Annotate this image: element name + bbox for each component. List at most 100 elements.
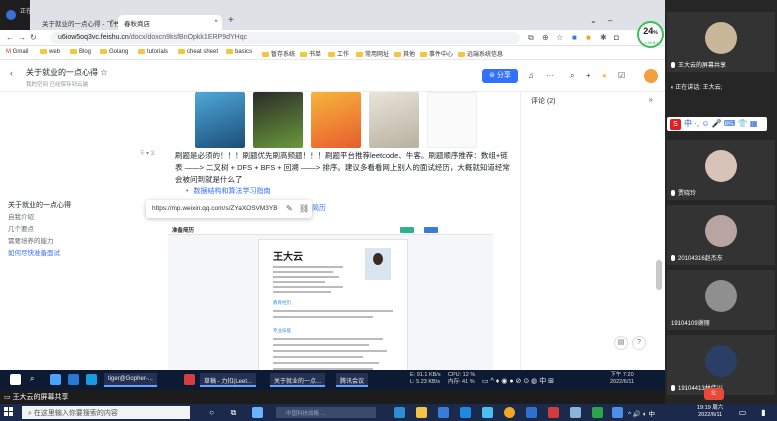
resume-toolbar-button[interactable] — [424, 227, 438, 233]
mail-icon[interactable] — [438, 407, 449, 418]
share-icon[interactable]: ⧉ — [528, 33, 534, 43]
wechat-icon[interactable] — [592, 407, 603, 418]
link-popup-url[interactable]: https://mp.weixin.qq.com/s/ZYaXOSVM3YB — [152, 205, 278, 212]
tab-doc[interactable]: 关于就业的一点心得 - 飞书文档 × — [36, 15, 132, 30]
forward-icon[interactable]: → — [18, 33, 26, 42]
share-button[interactable]: ⊜ 分享 — [482, 69, 518, 83]
outline-item[interactable]: 几个要点 — [8, 224, 128, 236]
search-icon[interactable]: ⌕ — [30, 374, 41, 385]
minimize-icon[interactable]: – — [608, 16, 612, 25]
bookmark-item[interactable]: web — [40, 49, 60, 55]
search-icon[interactable]: ⌕ — [570, 71, 574, 81]
bookmark-item[interactable]: 书单 — [300, 49, 321, 58]
tray-icons[interactable]: ▭ ^ ♦ ◉ ● ⊘ ⊙ ◍ 中 ⊞ — [478, 373, 558, 387]
edit-icon[interactable]: ✎ — [286, 204, 293, 213]
collapse-icon[interactable]: » — [649, 95, 653, 104]
outline-toggle-icon[interactable]: ▤ — [614, 336, 628, 350]
bookmark-item[interactable]: Golang — [100, 49, 128, 55]
avatar[interactable] — [644, 69, 658, 83]
back-icon[interactable]: ‹ — [10, 68, 13, 78]
app-icon[interactable] — [570, 407, 581, 418]
participant-tile[interactable]: 20104316赵杰东 — [667, 205, 775, 265]
bookmark-item[interactable]: 事件中心 — [420, 49, 453, 58]
outline-item-active[interactable]: 如何尽快准备面试 — [8, 248, 128, 260]
ime-toolbar[interactable]: S中 ·, ☺ 🎤 ⌨ 👕 ▦ — [667, 117, 767, 131]
unlink-icon[interactable]: ⛓ — [299, 204, 309, 213]
bookmark-item[interactable]: 常用网址 — [356, 49, 389, 58]
outline-item[interactable]: 需要培养的能力 — [8, 236, 128, 248]
show-desktop-icon[interactable]: ▮ — [758, 407, 769, 418]
taskbar-window[interactable]: 关于就业的一点... — [270, 373, 326, 387]
bookmark-item[interactable]: 其他 — [394, 49, 415, 58]
taskbar-window[interactable]: 草稿 - 力扣(Leet... — [200, 373, 257, 387]
resume-toolbar-button[interactable] — [400, 227, 414, 233]
checkbox-icon[interactable]: ☑ — [618, 71, 625, 80]
bookmark-item[interactable]: 暂存系统 — [262, 49, 295, 58]
app-icon[interactable] — [50, 374, 61, 385]
back-icon[interactable]: ← — [6, 33, 14, 42]
app-icon[interactable] — [482, 407, 493, 418]
new-tab-icon[interactable]: + — [228, 15, 234, 26]
bell-icon[interactable]: ♫ — [528, 71, 534, 80]
taskbar-clock[interactable]: 19:19 周六 2022/6/11 — [697, 405, 723, 419]
list-marker[interactable]: ⠿ ▾ 3. — [140, 150, 156, 157]
notification-icon[interactable]: ▭ — [737, 407, 748, 418]
bookmark-item[interactable]: 工作 — [328, 49, 349, 58]
close-icon[interactable]: × — [214, 18, 218, 25]
app-icon[interactable] — [612, 407, 623, 418]
app-icon[interactable] — [184, 374, 195, 385]
participant-tile[interactable]: 19104109谢丽 — [667, 270, 775, 330]
close-icon[interactable]: × — [110, 18, 114, 25]
extension-icon[interactable]: ■ — [572, 33, 577, 42]
extension-icon[interactable]: ■ — [586, 33, 591, 42]
taskbar-search-input[interactable]: ⌕ 在这里输入你要搜索的内容 — [22, 406, 190, 419]
add-icon[interactable]: + — [586, 71, 591, 80]
url-input[interactable]: u6iow5oq3vc.feishu.cn/docx/doxcn9ksfBnOp… — [50, 32, 520, 44]
reload-icon[interactable]: ↻ — [30, 33, 37, 42]
bookmark-item[interactable]: cheat sheet — [178, 49, 218, 55]
participant-tile[interactable]: 贾晓玲 — [667, 140, 775, 200]
resume-link[interactable]: 简历 — [312, 203, 326, 213]
app-badge[interactable]: S: — [704, 388, 724, 400]
outline-heading[interactable]: 关于就业的一点心得 — [8, 200, 128, 212]
cpu-usage-badge[interactable]: 24% ↓4.5KB/s — [637, 21, 664, 48]
windows-start-icon[interactable] — [4, 407, 14, 417]
bookmark-item[interactable]: M Gmail — [6, 49, 28, 55]
taskbar-window[interactable]: 腾讯会议 — [336, 373, 369, 387]
windows-start-icon[interactable] — [10, 374, 21, 385]
doc-title[interactable]: 关于就业的一点心得 ☆ — [26, 67, 107, 78]
news-search-box[interactable]: 中国科技战略 … — [276, 407, 376, 418]
algorithm-guide-link[interactable]: 数据结构和算法学习指南 — [186, 186, 270, 196]
tab-active[interactable]: 春秋商店 × — [118, 15, 222, 30]
puzzle-icon[interactable]: ✱ — [600, 33, 607, 42]
taskbar-window[interactable]: tiger@Gopher-... — [104, 373, 157, 387]
bookmark-item[interactable]: basics — [226, 49, 252, 55]
meeting-app-icon[interactable] — [526, 407, 537, 418]
bookmark-item[interactable]: tutorials — [138, 49, 168, 55]
scrollbar[interactable] — [656, 260, 662, 290]
chrome-icon[interactable] — [504, 407, 515, 418]
profile-icon[interactable]: ◘ — [614, 33, 619, 42]
tab-active-label: 春秋商店 — [124, 21, 150, 28]
bookmark-item[interactable]: 远端系统信息 — [458, 49, 503, 58]
star-icon[interactable]: ☆ — [556, 33, 563, 42]
app-icon[interactable] — [460, 407, 471, 418]
edge-icon[interactable] — [394, 407, 405, 418]
help-icon[interactable]: ? — [632, 336, 646, 350]
chevron-down-icon[interactable]: ⌄ — [590, 16, 597, 25]
more-icon[interactable]: ··· — [546, 71, 554, 80]
lightbulb-icon[interactable]: ● — [602, 71, 607, 80]
cortana-icon[interactable]: ○ — [206, 407, 217, 418]
participant-tile[interactable]: 王大云的屏幕共享 — [667, 12, 775, 72]
bookmark-item[interactable]: Blog — [70, 49, 91, 55]
participant-tile[interactable]: 19104413林佳川 — [667, 335, 775, 395]
system-tray[interactable]: ^ 🔊 ◐ 中 — [628, 408, 655, 418]
task-view-icon[interactable]: ⧉ — [228, 407, 239, 418]
app-icon[interactable] — [252, 407, 263, 418]
wps-icon[interactable] — [548, 407, 559, 418]
app-icon[interactable] — [68, 374, 79, 385]
folder-icon[interactable] — [416, 407, 427, 418]
zoom-icon[interactable]: ⊕ — [542, 33, 549, 42]
outline-item[interactable]: 自我介绍 — [8, 212, 128, 224]
vscode-icon[interactable] — [86, 374, 97, 385]
